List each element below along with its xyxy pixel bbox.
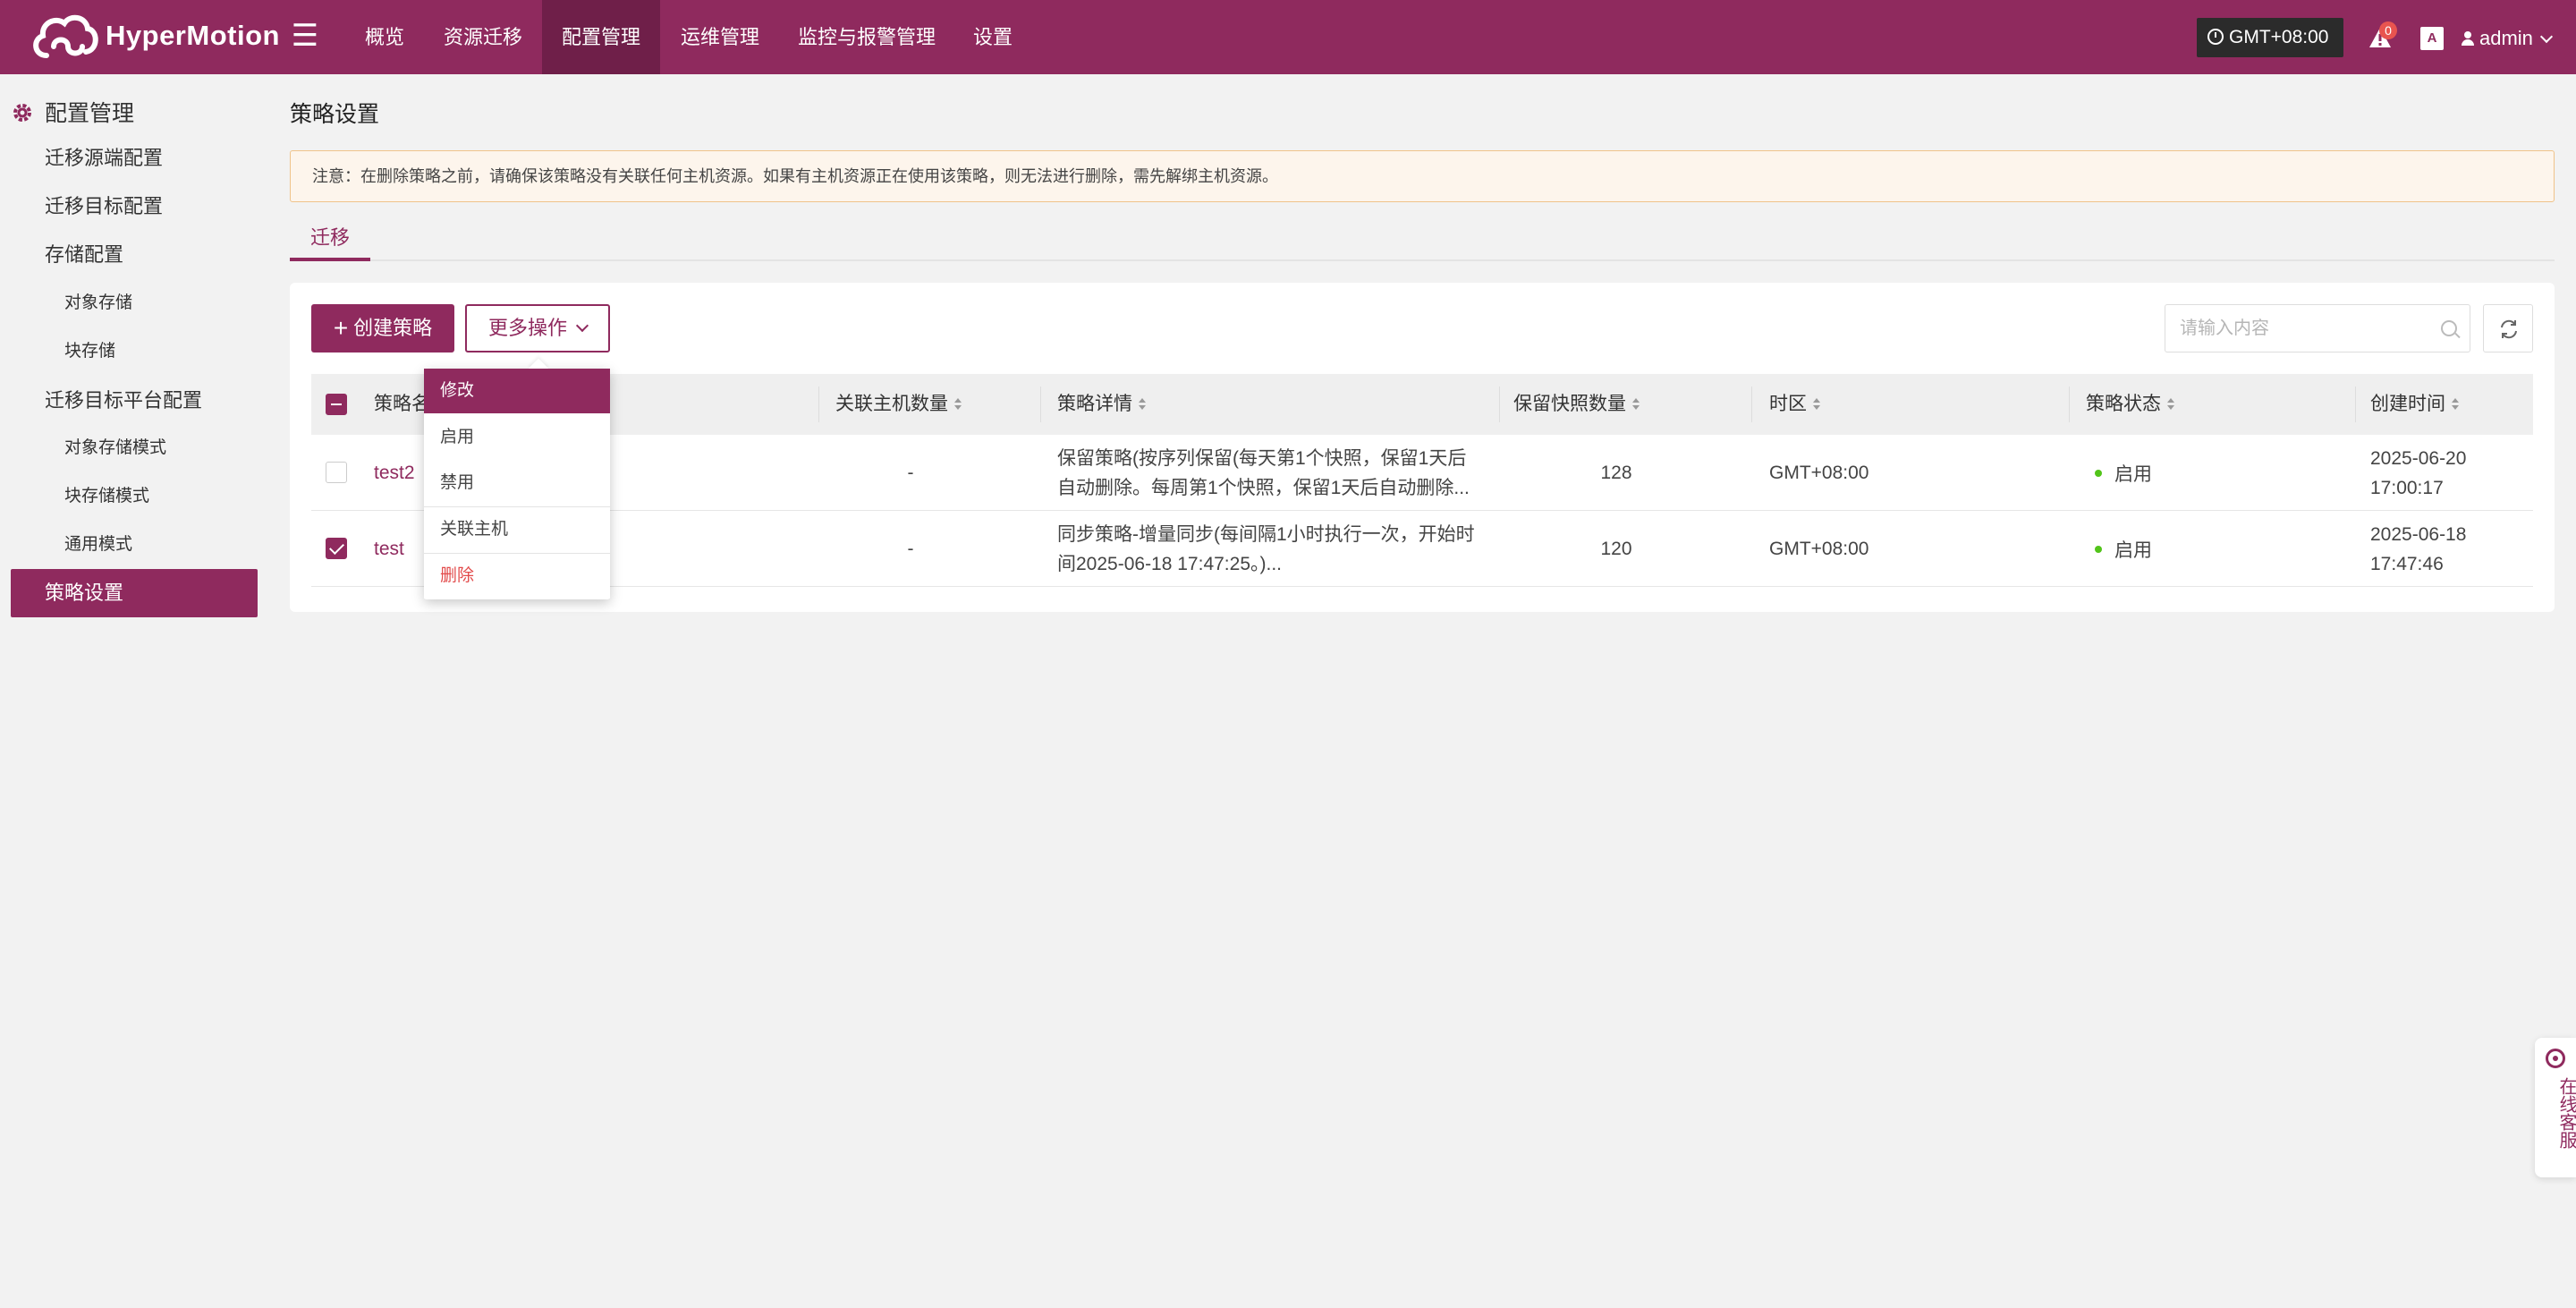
- table-header: 策略名称 关联主机数量 策略详情 保留快照数量 时区 策略状态 创建时间: [311, 374, 2533, 435]
- table-row[interactable]: test2 - 保留策略(按序列保留(每天第1个快照，保留1天后 自动删除。每周第…: [311, 435, 2533, 511]
- tab-bar: 迁移: [290, 218, 2555, 261]
- snapshot-count-cell: 128: [1600, 462, 1632, 483]
- nav-overview[interactable]: 概览: [354, 0, 415, 74]
- headset-icon: [2546, 1049, 2565, 1068]
- menu-item-enable[interactable]: 启用: [424, 415, 610, 460]
- status-cell: 启用: [2095, 435, 2152, 511]
- sidebar: 配置管理 迁移源端配置 迁移目标配置 存储配置 对象存储 块存储 迁移目标平台配…: [0, 74, 268, 1308]
- column-divider: [1751, 386, 1752, 422]
- tab-migration[interactable]: 迁移: [290, 218, 370, 261]
- sort-icon: [2166, 398, 2175, 411]
- th-snapshot-count[interactable]: 保留快照数量: [1513, 374, 1640, 435]
- online-support-widget[interactable]: 在线客服: [2535, 1038, 2576, 1177]
- search-icon[interactable]: [2441, 320, 2457, 336]
- sidebar-title: 配置管理: [11, 96, 134, 132]
- timezone-display[interactable]: GMT+08:00: [2197, 18, 2343, 57]
- timezone-text: GMT+08:00: [2229, 27, 2329, 47]
- brand-name[interactable]: HyperMotion: [106, 16, 280, 55]
- snapshot-count-cell: 120: [1600, 538, 1632, 559]
- sidebar-item-source-config[interactable]: 迁移源端配置: [45, 140, 163, 176]
- refresh-icon: [2501, 319, 2517, 339]
- policy-name-link[interactable]: test: [374, 511, 404, 587]
- plus-icon: +: [333, 314, 349, 342]
- user-menu[interactable]: admin: [2462, 0, 2553, 74]
- notice-banner: 注意：在删除策略之前，请确保该策略没有关联任何主机资源。如果有主机资源正在使用该…: [290, 150, 2555, 202]
- column-divider: [818, 386, 819, 422]
- sort-icon: [953, 398, 962, 411]
- sidebar-item-policy-settings[interactable]: 策略设置: [11, 569, 258, 617]
- policy-detail-cell: 保留策略(按序列保留(每天第1个快照，保留1天后 自动删除。每周第1个快照，保留1…: [1057, 447, 1470, 498]
- language-icon[interactable]: A: [2420, 27, 2444, 50]
- sidebar-item-block-storage[interactable]: 块存储: [64, 334, 115, 369]
- online-support-label: 在线客服: [2556, 1077, 2576, 1149]
- th-timezone[interactable]: 时区: [1769, 374, 1821, 435]
- search-input[interactable]: [2165, 305, 2425, 352]
- policy-card: +创建策略 更多操作 策略名称 关联主机数量 策略详情 保留快照数量 时区 策略: [290, 283, 2555, 612]
- th-host-count[interactable]: 关联主机数量: [835, 374, 962, 435]
- row-checkbox[interactable]: [326, 462, 347, 483]
- column-divider: [2069, 386, 2070, 422]
- th-policy-status[interactable]: 策略状态: [2086, 374, 2175, 435]
- column-divider: [2355, 386, 2356, 422]
- table-row[interactable]: test - 同步策略-增量同步(每间隔1小时执行一次，开始时 间2025-06-…: [311, 511, 2533, 587]
- more-actions-button[interactable]: 更多操作: [465, 304, 610, 352]
- refresh-button[interactable]: [2483, 304, 2533, 352]
- user-name: admin: [2479, 27, 2533, 49]
- sidebar-item-block-storage-mode[interactable]: 块存储模式: [64, 479, 149, 514]
- sidebar-title-text: 配置管理: [45, 101, 135, 126]
- th-policy-detail[interactable]: 策略详情: [1057, 374, 1147, 435]
- sidebar-item-generic-mode[interactable]: 通用模式: [64, 527, 132, 563]
- more-actions-label: 更多操作: [487, 317, 567, 339]
- search-box: [2165, 304, 2470, 352]
- timezone-cell: GMT+08:00: [1769, 538, 1869, 559]
- menu-item-disable[interactable]: 禁用: [424, 461, 610, 505]
- menu-item-associate-host[interactable]: 关联主机: [424, 507, 610, 552]
- column-divider: [1499, 386, 1500, 422]
- status-dot-icon: [2095, 545, 2102, 553]
- chevron-down-icon: [575, 319, 589, 333]
- more-actions-dropdown: 修改 启用 禁用 关联主机 删除: [424, 358, 610, 599]
- status-dot-icon: [2095, 469, 2102, 477]
- menu-item-edit[interactable]: 修改: [424, 369, 610, 413]
- nav-resource-migration[interactable]: 资源迁移: [435, 0, 531, 74]
- sidebar-item-object-storage[interactable]: 对象存储: [64, 285, 132, 321]
- nav-ops-management[interactable]: 运维管理: [673, 0, 767, 74]
- host-count-cell: -: [907, 538, 914, 559]
- sort-icon: [2451, 398, 2460, 411]
- policy-name-link[interactable]: test2: [374, 435, 415, 511]
- chevron-down-icon: [2539, 30, 2553, 44]
- create-policy-button[interactable]: + 创建策略: [311, 304, 454, 352]
- sidebar-item-object-storage-mode[interactable]: 对象存储模式: [64, 430, 166, 466]
- nav-monitoring-alerts[interactable]: 监控与报警管理: [791, 0, 943, 74]
- sidebar-item-target-config[interactable]: 迁移目标配置: [45, 189, 163, 225]
- sort-icon: [1812, 398, 1821, 411]
- page-title: 策略设置: [290, 102, 380, 127]
- menu-item-delete[interactable]: 删除: [424, 554, 610, 599]
- clock-icon: [2207, 29, 2224, 45]
- user-icon: [2462, 31, 2474, 46]
- created-time-cell: 2025-06-18 17:47:46: [2370, 523, 2467, 574]
- sidebar-item-target-platform[interactable]: 迁移目标平台配置: [45, 383, 202, 419]
- timezone-cell: GMT+08:00: [1769, 462, 1869, 483]
- row-checkbox[interactable]: [326, 538, 347, 559]
- sidebar-item-storage-config[interactable]: 存储配置: [45, 237, 123, 273]
- created-time-cell: 2025-06-20 17:00:17: [2370, 447, 2467, 498]
- sort-icon: [1138, 398, 1147, 411]
- alert-count-badge: 0: [2379, 21, 2397, 39]
- select-all-checkbox[interactable]: [326, 394, 347, 415]
- nav-config-management[interactable]: 配置管理: [542, 0, 660, 74]
- host-count-cell: -: [907, 462, 914, 483]
- sort-icon: [1631, 398, 1640, 411]
- column-divider: [1040, 386, 1041, 422]
- menu-toggle-icon[interactable]: ☰: [290, 18, 320, 54]
- create-policy-label: 创建策略: [353, 317, 433, 339]
- cloud-logo-icon[interactable]: [29, 11, 98, 63]
- status-cell: 启用: [2095, 511, 2152, 587]
- th-created-time[interactable]: 创建时间: [2370, 374, 2460, 435]
- top-navbar: HyperMotion ☰ 概览 资源迁移 配置管理 运维管理 监控与报警管理 …: [0, 0, 2576, 74]
- config-gear-icon: [13, 104, 31, 122]
- nav-settings[interactable]: 设置: [968, 0, 1018, 74]
- policy-detail-cell: 同步策略-增量同步(每间隔1小时执行一次，开始时 间2025-06-18 17:4…: [1057, 523, 1475, 574]
